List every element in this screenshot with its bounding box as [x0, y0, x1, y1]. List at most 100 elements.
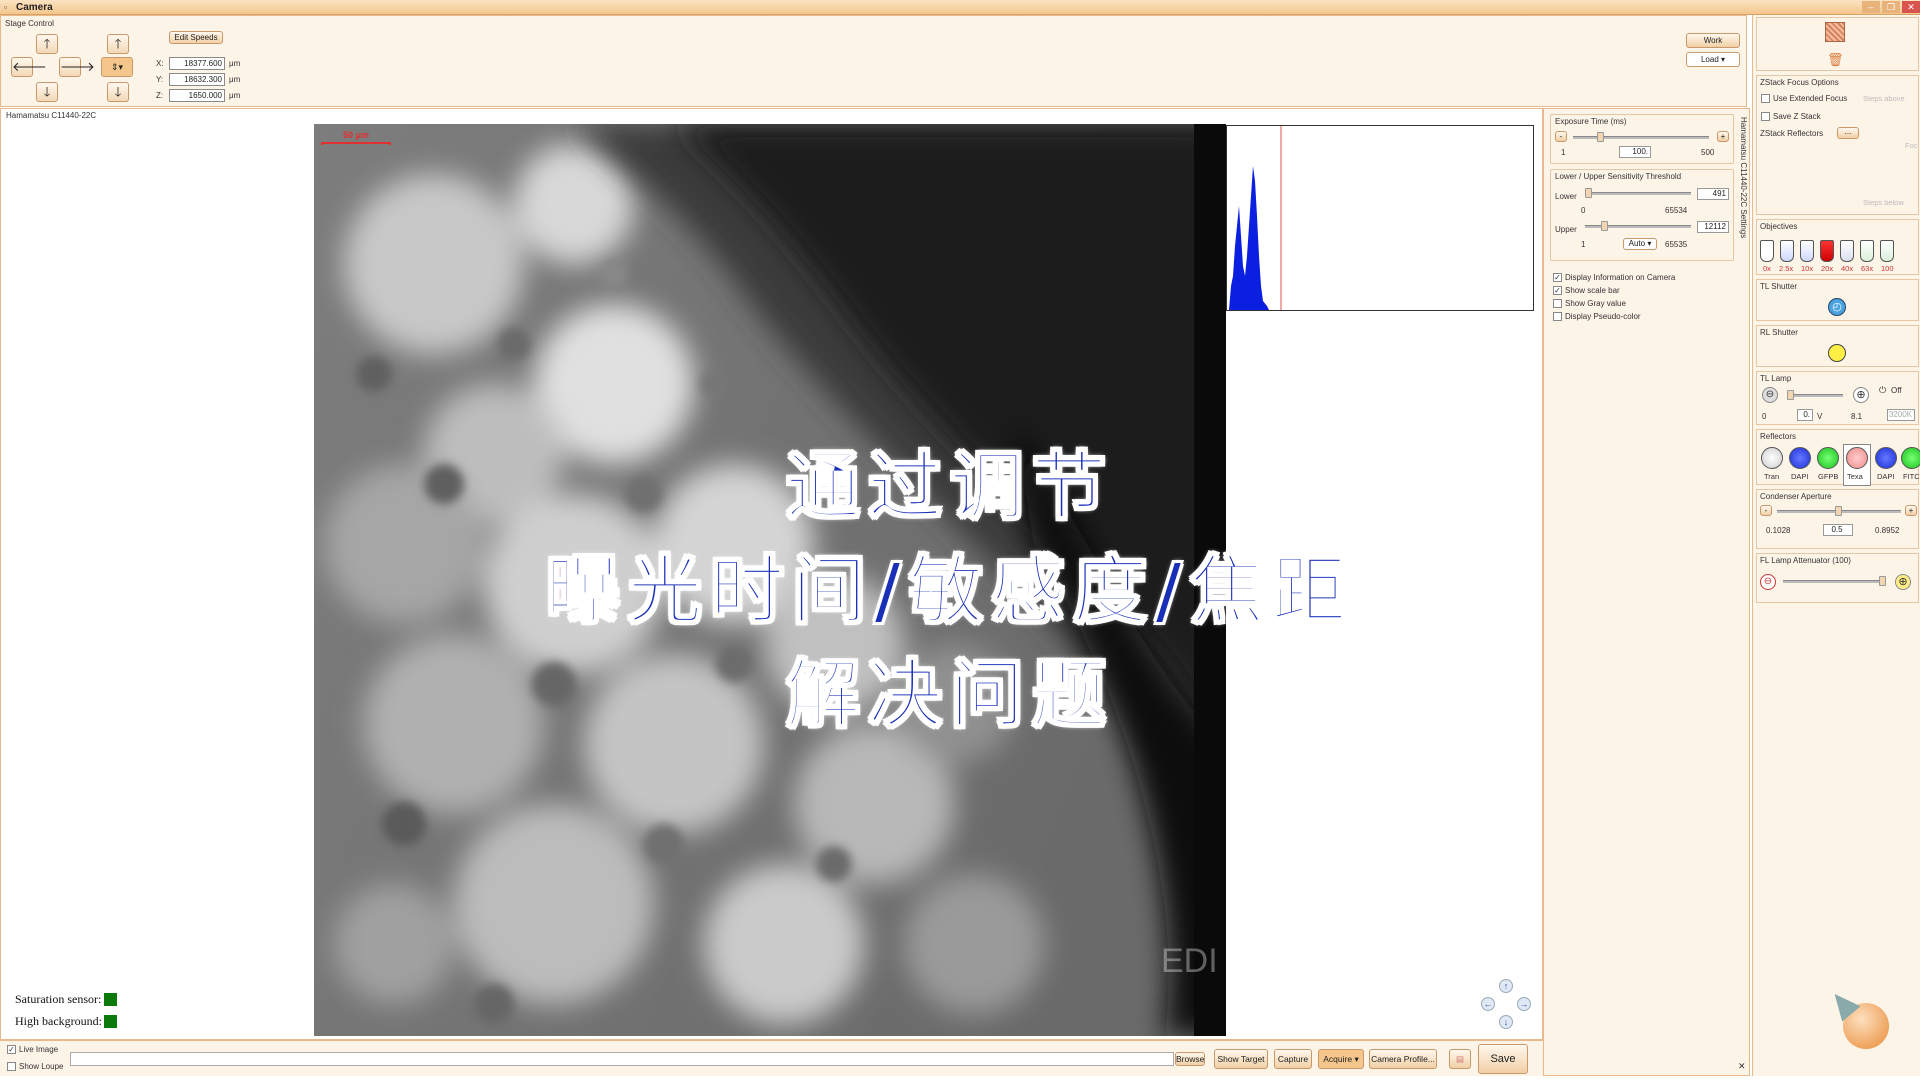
use-extended-focus-checkbox[interactable]: [1761, 94, 1770, 103]
objective-20x[interactable]: [1820, 240, 1834, 262]
tl-lamp-group: TL Lamp ⊖ ⊕ ⏻ Off 0 0. V 8.1 3200K: [1756, 371, 1919, 425]
tl-lamp-slider-thumb[interactable]: [1787, 390, 1794, 400]
z-coordinate-input[interactable]: 1650.000: [169, 89, 225, 102]
acquire-select[interactable]: Acquire ▾: [1318, 1049, 1364, 1069]
reflector-dapi[interactable]: [1789, 447, 1811, 469]
lower-max: 65534: [1665, 206, 1688, 215]
y-coordinate-input[interactable]: 18632.300: [169, 73, 225, 86]
camera-live-image[interactable]: 50 μm EDI: [314, 124, 1226, 1036]
restore-button[interactable]: ❐: [1882, 1, 1900, 13]
objective-20x-label: 20x: [1821, 264, 1834, 273]
show-gray-value-label: Show Gray value: [1565, 299, 1626, 308]
tl-lamp-temp-input[interactable]: 3200K: [1887, 409, 1915, 421]
show-scale-bar-checkbox[interactable]: ✓: [1553, 286, 1562, 295]
lamp-minus-icon[interactable]: ⊖: [1762, 387, 1778, 403]
notebook-icon[interactable]: ▤: [1449, 1049, 1471, 1069]
exposure-value-input[interactable]: 100.: [1619, 146, 1651, 158]
close-button[interactable]: ✕: [1902, 1, 1920, 13]
lamp-power-icon[interactable]: ⏻: [1879, 385, 1886, 396]
edit-speeds-button[interactable]: Edit Speeds: [169, 31, 223, 44]
minimize-button[interactable]: –: [1862, 1, 1880, 13]
live-image-checkbox[interactable]: ✓: [7, 1045, 16, 1054]
tl-lamp-slider[interactable]: [1787, 394, 1843, 397]
show-gray-value-checkbox[interactable]: [1553, 299, 1562, 308]
reflector-gfpb[interactable]: [1817, 447, 1839, 469]
z-up-button[interactable]: 🡑: [107, 34, 129, 54]
fl-lamp-minus-icon[interactable]: ⊖: [1760, 574, 1776, 590]
pan-left-icon[interactable]: ←: [1481, 997, 1495, 1011]
condenser-slider-thumb[interactable]: [1835, 506, 1842, 516]
pan-down-icon[interactable]: ↓: [1499, 1015, 1513, 1029]
condenser-plus-button[interactable]: +: [1905, 505, 1917, 516]
display-info-checkbox[interactable]: ✓: [1553, 273, 1562, 282]
pseudo-color-checkbox[interactable]: [1553, 312, 1562, 321]
fl-lamp-slider-thumb[interactable]: [1879, 576, 1886, 586]
show-target-button[interactable]: Show Target: [1214, 1049, 1268, 1069]
camera-profile-button[interactable]: Camera Profile...: [1369, 1049, 1437, 1069]
reflector-tran[interactable]: [1761, 447, 1783, 469]
z-down-button[interactable]: 🡓: [107, 82, 129, 102]
exposure-group: Exposure Time (ms) - + 1 100. 500: [1550, 114, 1734, 164]
condenser-minus-button[interactable]: -: [1760, 505, 1772, 516]
rl-shutter-title: RL Shutter: [1760, 328, 1798, 337]
tl-lamp-value-input[interactable]: 0.: [1797, 409, 1813, 421]
top-tool-buttons: 🗑: [1756, 17, 1919, 71]
reflector-tran-label: Tran: [1764, 472, 1780, 481]
auto-select[interactable]: Auto ▾: [1623, 238, 1657, 250]
browse-button[interactable]: Browse: [1175, 1052, 1205, 1066]
path-input[interactable]: [70, 1052, 1174, 1066]
work-button[interactable]: Work: [1686, 33, 1740, 48]
fl-lamp-plus-icon[interactable]: ⊕: [1895, 574, 1911, 590]
x-coordinate-input[interactable]: 18377.600: [169, 57, 225, 70]
lower-value-input[interactable]: 491: [1697, 188, 1729, 200]
tl-shutter-icon[interactable]: ◴: [1828, 298, 1846, 316]
z-step-select[interactable]: ⇕▾: [101, 57, 133, 77]
reflector-dapi-2[interactable]: [1875, 447, 1897, 469]
upper-value-input[interactable]: 12112: [1697, 221, 1729, 233]
condenser-min: 0.1028: [1766, 526, 1791, 535]
zstack-reflectors-label: ZStack Reflectors: [1760, 129, 1824, 138]
objective-2.5x[interactable]: [1780, 240, 1794, 262]
settings-vertical-title: Hamamatsu C11440-22C Settings: [1739, 117, 1748, 239]
histogram: [1226, 125, 1534, 311]
upper-label: Upper: [1555, 225, 1577, 234]
pan-up-icon[interactable]: ↑: [1499, 979, 1513, 993]
stage-up-button[interactable]: 🡑: [36, 34, 58, 54]
exposure-plus-button[interactable]: +: [1717, 131, 1729, 142]
objective-100x[interactable]: [1880, 240, 1894, 262]
lamp-plus-icon[interactable]: ⊕: [1853, 387, 1869, 403]
rl-shutter-icon[interactable]: [1828, 344, 1846, 362]
save-button[interactable]: Save: [1478, 1044, 1528, 1074]
reflector-fitc[interactable]: [1901, 447, 1920, 469]
reflector-texa[interactable]: [1846, 447, 1868, 469]
save-z-stack-checkbox[interactable]: [1761, 112, 1770, 121]
objective-0x[interactable]: [1760, 240, 1774, 262]
exposure-slider[interactable]: [1573, 136, 1709, 139]
threshold-group: Lower / Upper Sensitivity Threshold Lowe…: [1550, 169, 1734, 261]
condenser-value-input[interactable]: 0.5: [1823, 524, 1853, 536]
show-loupe-checkbox[interactable]: [7, 1062, 16, 1071]
capture-button[interactable]: Capture: [1274, 1049, 1312, 1069]
exposure-minus-button[interactable]: -: [1555, 131, 1567, 142]
reflector-dapi-2-label: DAPI: [1877, 472, 1895, 481]
z-label: Z:: [156, 91, 164, 100]
objective-40x[interactable]: [1840, 240, 1854, 262]
fl-lamp-slider[interactable]: [1783, 580, 1883, 583]
stage-left-button[interactable]: 🡐: [11, 57, 47, 77]
stage-down-button[interactable]: 🡓: [36, 82, 58, 102]
lower-slider-thumb[interactable]: [1585, 188, 1592, 198]
objective-63x[interactable]: [1860, 240, 1874, 262]
upper-slider-thumb[interactable]: [1601, 221, 1608, 231]
exposure-title: Exposure Time (ms): [1555, 117, 1627, 126]
grid-icon[interactable]: [1825, 22, 1845, 42]
exposure-slider-thumb[interactable]: [1597, 132, 1604, 142]
objective-10x-label: 10x: [1801, 264, 1814, 273]
objective-10x[interactable]: [1800, 240, 1814, 262]
zstack-reflectors-button[interactable]: ...: [1837, 127, 1859, 139]
close-settings-icon[interactable]: ✕: [1738, 1061, 1746, 1072]
load-select[interactable]: Load ▾: [1686, 52, 1740, 67]
trash-icon[interactable]: 🗑: [1827, 52, 1844, 70]
stage-right-button[interactable]: 🡒: [59, 57, 95, 77]
lower-slider[interactable]: [1585, 192, 1691, 195]
pan-right-icon[interactable]: →: [1517, 997, 1531, 1011]
